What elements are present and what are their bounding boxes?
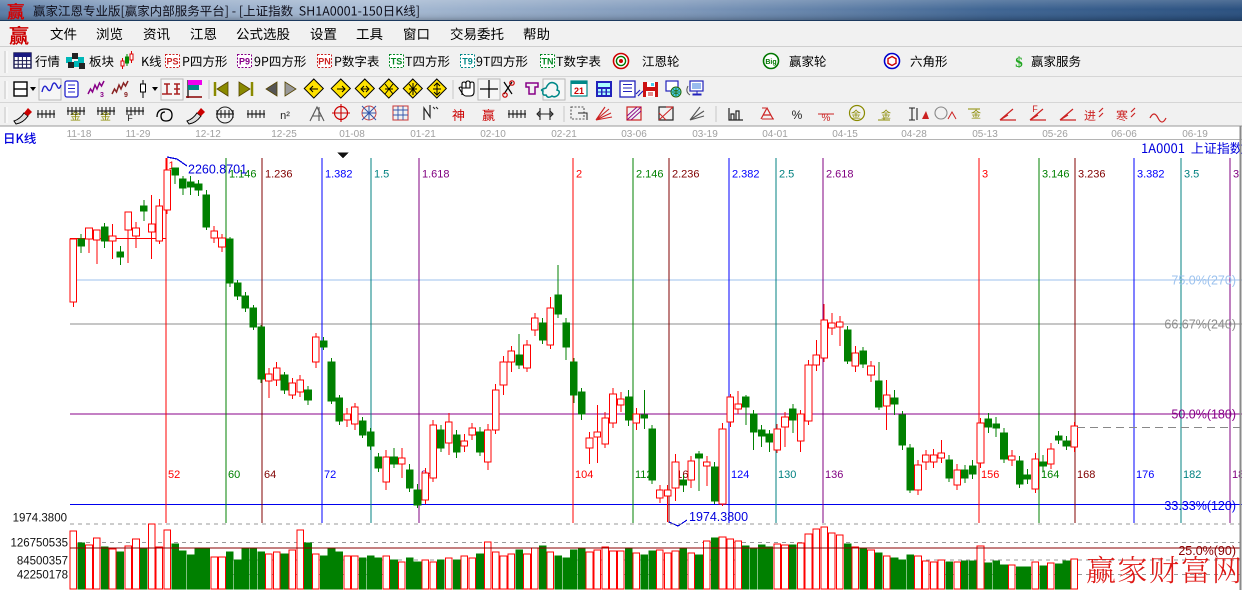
svg-text:104: 104 <box>575 469 593 481</box>
svg-text:3: 3 <box>100 92 104 99</box>
svg-text:2260.8701: 2260.8701 <box>188 163 247 177</box>
svg-text:F: F <box>127 113 133 123</box>
svg-text:01-08: 01-08 <box>339 129 365 140</box>
svg-text:64: 64 <box>264 469 276 481</box>
svg-text:05-26: 05-26 <box>1042 129 1068 140</box>
svg-text:1.618: 1.618 <box>422 169 450 181</box>
svg-text:72: 72 <box>324 469 336 481</box>
svg-text:TS: TS <box>391 57 403 67</box>
svg-text:05-13: 05-13 <box>972 129 998 140</box>
svg-text:06-19: 06-19 <box>1182 129 1208 140</box>
svg-text:02-21: 02-21 <box>551 129 577 140</box>
svg-text:PS: PS <box>166 57 178 67</box>
svg-text:156: 156 <box>981 469 999 481</box>
svg-text:75.0%(270): 75.0%(270) <box>1171 274 1236 288</box>
svg-text:1.236: 1.236 <box>265 169 293 181</box>
svg-text:F: F <box>1032 104 1038 114</box>
svg-text:60: 60 <box>228 469 240 481</box>
svg-text:130: 130 <box>778 469 796 481</box>
svg-text:PN: PN <box>318 57 331 67</box>
svg-text:04-28: 04-28 <box>901 129 927 140</box>
svg-text:176: 176 <box>1136 469 1154 481</box>
svg-text:2.236: 2.236 <box>672 169 700 181</box>
svg-text:%: % <box>822 113 831 124</box>
svg-text:03-19: 03-19 <box>692 129 718 140</box>
svg-text:3.236: 3.236 <box>1078 169 1106 181</box>
svg-text:$: $ <box>1015 55 1023 71</box>
svg-text:3.146: 3.146 <box>1042 169 1070 181</box>
svg-text:11-18: 11-18 <box>67 129 92 140</box>
svg-text:42250178: 42250178 <box>17 570 68 582</box>
svg-text:2.146: 2.146 <box>636 169 664 181</box>
svg-text:84500357: 84500357 <box>17 556 68 568</box>
svg-text:01-21: 01-21 <box>410 129 436 140</box>
svg-text:1974.3800: 1974.3800 <box>13 513 67 525</box>
svg-text:124: 124 <box>731 469 749 481</box>
svg-text:182: 182 <box>1183 469 1201 481</box>
svg-text:21: 21 <box>574 86 584 96</box>
svg-text:06-06: 06-06 <box>1111 129 1137 140</box>
svg-text:03-06: 03-06 <box>621 129 647 140</box>
svg-text:126750535: 126750535 <box>10 538 68 550</box>
svg-text:2.5: 2.5 <box>779 169 794 181</box>
svg-text:12-12: 12-12 <box>195 129 221 140</box>
svg-text:T9: T9 <box>462 57 473 67</box>
svg-text:50.0%(180): 50.0%(180) <box>1171 408 1236 422</box>
svg-text:136: 136 <box>825 469 843 481</box>
svg-text:1.5: 1.5 <box>374 169 389 181</box>
svg-text:Big: Big <box>765 59 776 66</box>
svg-text:11-29: 11-29 <box>126 129 151 140</box>
svg-text:9: 9 <box>124 92 128 99</box>
svg-text:33.33%(120): 33.33%(120) <box>1164 499 1236 513</box>
svg-text:1.382: 1.382 <box>325 169 353 181</box>
svg-text:P9: P9 <box>239 57 250 67</box>
svg-text:n²: n² <box>280 110 290 122</box>
svg-text:25.0%(90): 25.0%(90) <box>1178 544 1236 558</box>
svg-text:TN: TN <box>542 57 554 67</box>
svg-text:52: 52 <box>168 469 180 481</box>
svg-text:1974.3800: 1974.3800 <box>689 510 748 524</box>
svg-text:164: 164 <box>1041 469 1059 481</box>
svg-text:2.382: 2.382 <box>732 169 760 181</box>
svg-text:2.618: 2.618 <box>826 169 854 181</box>
svg-text:04-15: 04-15 <box>832 129 858 140</box>
svg-text:2: 2 <box>576 169 582 181</box>
svg-text:66.67%(240): 66.67%(240) <box>1164 318 1236 332</box>
svg-text:02-10: 02-10 <box>480 129 506 140</box>
svg-text:3.382: 3.382 <box>1137 169 1165 181</box>
svg-text:12-25: 12-25 <box>271 129 297 140</box>
svg-text:3: 3 <box>982 169 988 181</box>
svg-text:%: % <box>792 108 803 122</box>
svg-text:04-01: 04-01 <box>762 129 788 140</box>
svg-text:3.5: 3.5 <box>1184 169 1199 181</box>
svg-text:168: 168 <box>1077 469 1095 481</box>
